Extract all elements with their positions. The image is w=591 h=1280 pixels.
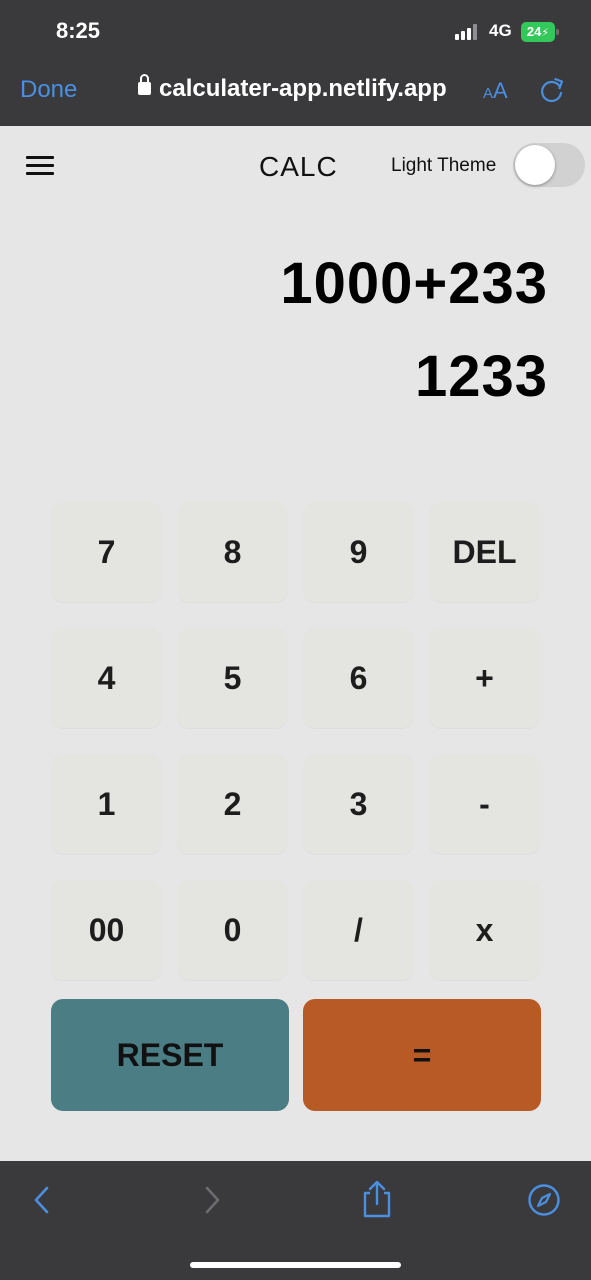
key-minus-button[interactable]: -	[429, 754, 540, 854]
compass-icon[interactable]	[527, 1183, 561, 1217]
key-7-button[interactable]: 7	[51, 502, 162, 602]
result-display: 1233	[414, 344, 548, 409]
key-9-button[interactable]: 9	[303, 502, 414, 602]
key-1-button[interactable]: 1	[51, 754, 162, 854]
reload-icon[interactable]	[539, 78, 565, 104]
expression-display: 1000+233	[280, 251, 548, 316]
hamburger-menu-icon[interactable]	[26, 156, 54, 178]
equals-button[interactable]: =	[303, 999, 541, 1111]
text-size-button[interactable]: AA	[483, 78, 508, 104]
theme-toggle[interactable]	[513, 143, 585, 187]
key-3-button[interactable]: 3	[303, 754, 414, 854]
url-text: calculater-app.netlify.app	[159, 75, 447, 102]
key-6-button[interactable]: 6	[303, 628, 414, 728]
key-divide-button[interactable]: /	[303, 880, 414, 980]
forward-icon[interactable]	[200, 1185, 224, 1215]
battery-level: 24	[526, 24, 542, 39]
key-2-button[interactable]: 2	[177, 754, 288, 854]
key-00-button[interactable]: 00	[51, 880, 162, 980]
theme-label: Light Theme	[391, 155, 497, 176]
home-indicator	[190, 1262, 401, 1268]
reset-button[interactable]: RESET	[51, 999, 289, 1111]
browser-header: 8:25 4G 24⚡ Done calculater-app.netlify.…	[0, 0, 591, 126]
url-bar[interactable]: calculater-app.netlify.app	[138, 74, 447, 103]
toggle-knob	[515, 145, 555, 185]
done-button[interactable]: Done	[20, 76, 77, 104]
network-type: 4G	[489, 21, 512, 40]
key-plus-button[interactable]: +	[429, 628, 540, 728]
battery-charging-icon: 24⚡	[521, 22, 559, 42]
key-8-button[interactable]: 8	[177, 502, 288, 602]
key-5-button[interactable]: 5	[177, 628, 288, 728]
share-icon[interactable]	[360, 1179, 394, 1219]
app-title: CALC	[259, 151, 338, 182]
status-time: 8:25	[56, 18, 101, 43]
signal-icon	[455, 24, 483, 40]
key-0-button[interactable]: 0	[177, 880, 288, 980]
key-multiply-button[interactable]: x	[429, 880, 540, 980]
key-4-button[interactable]: 4	[51, 628, 162, 728]
lock-icon	[138, 74, 151, 95]
key-delete-button[interactable]: DEL	[429, 502, 540, 602]
back-icon[interactable]	[30, 1185, 54, 1215]
